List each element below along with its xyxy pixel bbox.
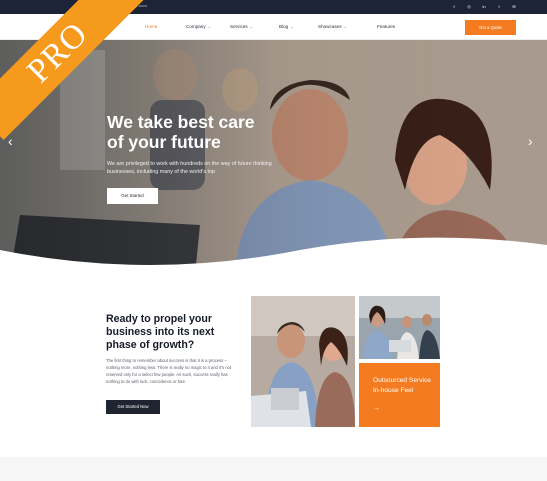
chevron-down-icon: ⌄ bbox=[207, 24, 212, 29]
nav-item-showcases[interactable]: Showcases ⌄ bbox=[318, 24, 347, 29]
get-started-button[interactable]: Get Started bbox=[107, 188, 158, 204]
hero-subtitle: We are privileged to work with hundreds … bbox=[107, 161, 272, 175]
nav-item-services[interactable]: Services ⌄ bbox=[230, 24, 253, 29]
twitter-icon[interactable]: t bbox=[496, 3, 502, 10]
arrow-right-icon[interactable]: → bbox=[373, 405, 380, 412]
chevron-down-icon: ⌄ bbox=[290, 24, 294, 29]
section-text: The first thing to remember about succes… bbox=[106, 358, 232, 384]
get-a-quote-button[interactable]: Get a Quote bbox=[465, 20, 516, 35]
card-title: Outsourced Service In-house Feel bbox=[373, 377, 431, 394]
nav-item-features[interactable]: Features bbox=[377, 24, 395, 29]
pro-ribbon: PRO bbox=[0, 0, 150, 150]
outsourced-service-card[interactable]: Outsourced Service In-house Feel → bbox=[359, 363, 440, 427]
team-photo-large bbox=[251, 296, 355, 427]
nav-item-blog[interactable]: Blog ⌄ bbox=[279, 24, 294, 29]
team-photo-small bbox=[359, 296, 440, 359]
instagram-icon[interactable]: ◎ bbox=[466, 3, 472, 10]
mail-icon[interactable]: ✉ bbox=[511, 3, 517, 10]
nav-item-company[interactable]: Company ⌄ bbox=[186, 24, 211, 29]
pro-label: PRO bbox=[20, 15, 96, 91]
next-section-strip bbox=[0, 457, 547, 481]
slider-next-arrow-icon[interactable]: › bbox=[528, 134, 533, 148]
get-started-now-button[interactable]: Get Started Now bbox=[106, 400, 160, 414]
chevron-down-icon: ⌄ bbox=[343, 24, 347, 29]
facebook-icon[interactable]: f bbox=[451, 3, 457, 10]
chevron-down-icon: ⌄ bbox=[249, 24, 253, 29]
section-title: Ready to propel your business into its n… bbox=[106, 313, 215, 351]
linkedin-icon[interactable]: in bbox=[481, 3, 487, 10]
social-links: f ◎ in t ✉ bbox=[451, 3, 517, 10]
